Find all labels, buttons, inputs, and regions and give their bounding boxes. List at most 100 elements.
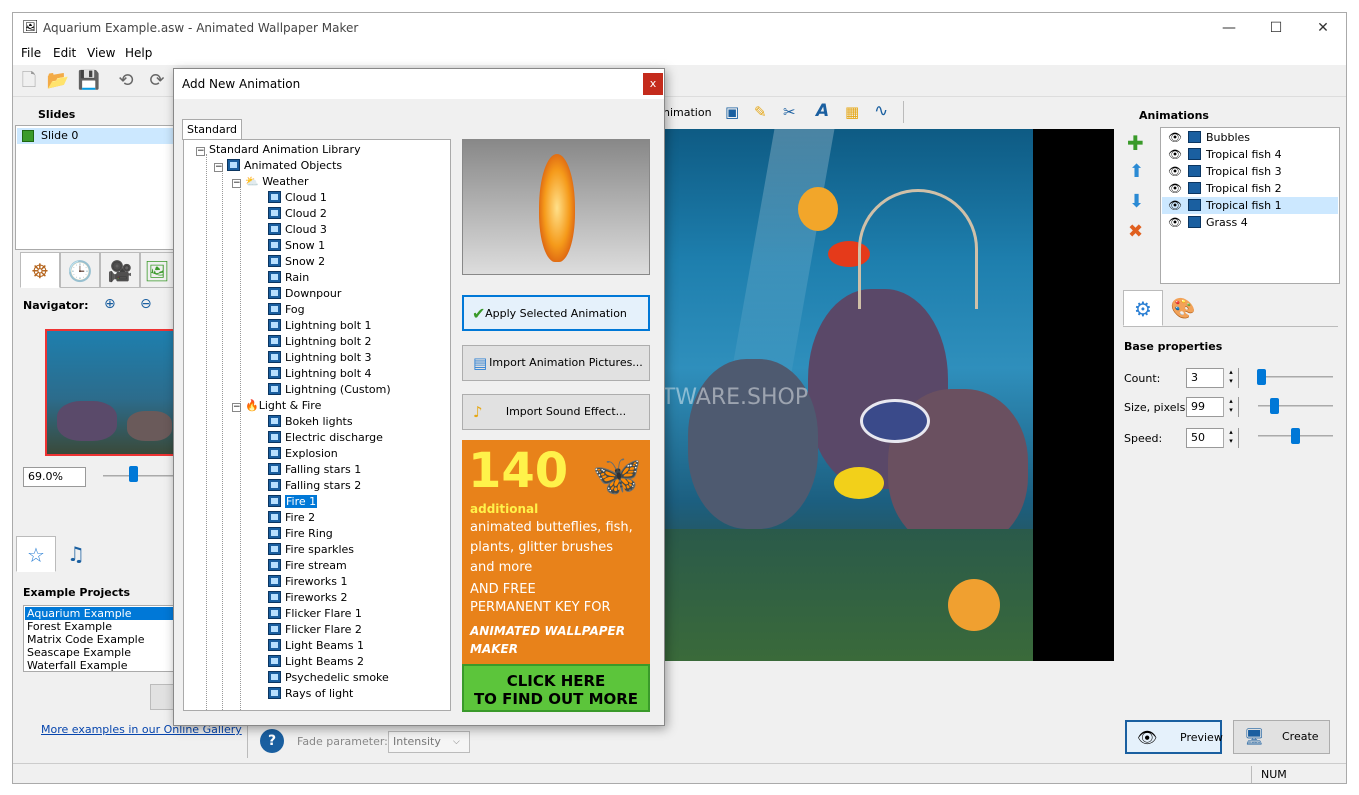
tree-leaf[interactable]: Lightning bolt 2 xyxy=(268,334,372,350)
new-file-icon[interactable]: 🗋 xyxy=(17,69,41,93)
tree-leaf[interactable]: Rays of light xyxy=(268,686,353,702)
tab-timing[interactable]: 🕒 xyxy=(60,252,100,288)
count-slider[interactable] xyxy=(1258,376,1333,378)
import-pictures-button[interactable]: ▤ Import Animation Pictures... xyxy=(462,345,650,381)
collapse-icon[interactable]: − xyxy=(214,163,223,172)
preview-button[interactable]: 👁 Preview xyxy=(1125,720,1223,754)
tree-leaf[interactable]: Rain xyxy=(268,270,309,286)
menu-view[interactable]: View xyxy=(87,46,115,60)
create-button[interactable]: 🖥 Create xyxy=(1233,720,1330,754)
animation-row[interactable]: 👁 Bubbles xyxy=(1162,129,1338,146)
count-slider-thumb[interactable] xyxy=(1257,369,1266,385)
tree-leaf[interactable]: Fog xyxy=(268,302,305,318)
zoom-slider[interactable] xyxy=(103,475,175,477)
slide-item[interactable]: Slide 0 xyxy=(17,128,175,144)
tab-appearance[interactable]: 🎨 xyxy=(1163,290,1203,326)
tree-leaf[interactable]: Fireworks 1 xyxy=(268,574,347,590)
wave-icon[interactable]: ∿ xyxy=(874,101,888,121)
collapse-icon[interactable]: − xyxy=(196,147,205,156)
tree-folder[interactable]: − 🔥Light & Fire xyxy=(232,398,321,414)
animation-row-selected[interactable]: 👁 Tropical fish 1 xyxy=(1162,197,1338,214)
fade-select[interactable]: Intensity ⌵ xyxy=(388,731,470,753)
tab-base-properties[interactable]: ⚙ xyxy=(1123,290,1163,326)
menu-file[interactable]: File xyxy=(21,46,41,60)
import-sound-button[interactable]: ♪ Import Sound Effect... xyxy=(462,394,650,430)
apply-animation-button[interactable]: ✔ Apply Selected Animation xyxy=(462,295,650,331)
tree-leaf[interactable]: Snow 2 xyxy=(268,254,325,270)
move-down-icon[interactable]: ⬇ xyxy=(1129,191,1144,212)
tree-leaf[interactable]: Light Beams 2 xyxy=(268,654,364,670)
tree-leaf[interactable]: Falling stars 2 xyxy=(268,478,361,494)
tree-leaf[interactable]: Falling stars 1 xyxy=(268,462,361,478)
close-button[interactable]: ✕ xyxy=(1300,13,1346,43)
eye-icon[interactable]: 👁 xyxy=(1168,214,1182,231)
tree-leaf[interactable]: Fire Ring xyxy=(268,526,333,542)
tree-leaf[interactable]: Cloud 1 xyxy=(268,190,327,206)
minimize-button[interactable]: — xyxy=(1206,13,1252,43)
tree-leaf[interactable]: Cloud 3 xyxy=(268,222,327,238)
tree-leaf[interactable]: Electric discharge xyxy=(268,430,383,446)
tree-leaf[interactable]: Bokeh lights xyxy=(268,414,353,430)
zoom-in-icon[interactable]: ⊕ xyxy=(104,296,116,312)
example-item[interactable]: Seascape Example xyxy=(25,646,131,659)
tree-leaf[interactable]: Explosion xyxy=(268,446,338,462)
tree-leaf[interactable]: Lightning (Custom) xyxy=(268,382,391,398)
tab-standard[interactable]: Standard xyxy=(182,119,242,140)
animation-row[interactable]: 👁 Tropical fish 2 xyxy=(1162,180,1338,197)
tab-camera[interactable]: 🎥 xyxy=(100,252,140,288)
example-item[interactable]: Matrix Code Example xyxy=(25,633,145,646)
delete-animation-icon[interactable]: ✖ xyxy=(1128,221,1143,242)
grid-icon[interactable]: ▦ xyxy=(845,103,859,121)
animation-row[interactable]: 👁 Tropical fish 3 xyxy=(1162,163,1338,180)
tree-leaf[interactable]: Psychedelic smoke xyxy=(268,670,389,686)
size-slider-thumb[interactable] xyxy=(1270,398,1279,414)
example-item[interactable]: Aquarium Example xyxy=(25,607,175,620)
tree-leaf[interactable]: Flicker Flare 2 xyxy=(268,622,362,638)
animation-row[interactable]: 👁 Grass 4 xyxy=(1162,214,1338,231)
brush-icon[interactable]: ✎ xyxy=(754,103,767,121)
eye-icon[interactable]: 👁 xyxy=(1168,146,1182,163)
tree-leaf[interactable]: Lightning bolt 1 xyxy=(268,318,372,334)
tree-leaf[interactable]: Fire 2 xyxy=(268,510,315,526)
size-spinner[interactable]: 99 xyxy=(1186,397,1239,417)
eye-icon[interactable]: 👁 xyxy=(1168,197,1182,214)
animations-list[interactable]: 👁 Bubbles 👁 Tropical fish 4 👁 Tropical fish… xyxy=(1160,127,1340,284)
promo-banner[interactable]: 140 🦋 additional animated butteflies, fi… xyxy=(462,440,650,712)
help-icon[interactable]: ? xyxy=(260,729,284,753)
animation-library-tree[interactable]: − Standard Animation Library − Animated Ob… xyxy=(183,139,451,711)
move-up-icon[interactable]: ⬆ xyxy=(1129,161,1144,182)
tree-folder[interactable]: − ⛅ Weather xyxy=(232,174,309,190)
save-icon[interactable]: 💾 xyxy=(77,69,101,93)
image-tool-icon[interactable]: ▣ xyxy=(725,103,739,121)
tree-root[interactable]: − Standard Animation Library xyxy=(196,142,361,158)
tree-leaf[interactable]: Downpour xyxy=(268,286,341,302)
tree-leaf[interactable]: Fire stream xyxy=(268,558,347,574)
menu-help[interactable]: Help xyxy=(125,46,152,60)
example-item[interactable]: Forest Example xyxy=(25,620,112,633)
maximize-button[interactable]: ☐ xyxy=(1253,13,1299,43)
zoom-slider-thumb[interactable] xyxy=(129,466,138,482)
eye-icon[interactable]: 👁 xyxy=(1168,163,1182,180)
tree-leaf[interactable]: Light Beams 1 xyxy=(268,638,364,654)
tree-leaf[interactable]: Cloud 2 xyxy=(268,206,327,222)
animation-row[interactable]: 👁 Tropical fish 4 xyxy=(1162,146,1338,163)
dialog-close-button[interactable]: x xyxy=(643,73,663,95)
speed-slider-thumb[interactable] xyxy=(1291,428,1300,444)
speed-spinner[interactable]: 50 xyxy=(1186,428,1239,448)
tree-leaf[interactable]: Snow 1 xyxy=(268,238,325,254)
tree-leaf[interactable]: Fireworks 2 xyxy=(268,590,347,606)
add-animation-icon[interactable]: ✚ xyxy=(1127,131,1144,155)
eye-icon[interactable]: 👁 xyxy=(1168,129,1182,146)
example-item[interactable]: Waterfall Example xyxy=(25,659,127,672)
tree-leaf[interactable]: Fire sparkles xyxy=(268,542,354,558)
open-folder-icon[interactable]: 📂 xyxy=(46,69,70,93)
tab-image-info[interactable]: 🖼 xyxy=(140,252,174,288)
count-spinner[interactable]: 3 xyxy=(1186,368,1239,388)
tree-leaf[interactable]: Lightning bolt 4 xyxy=(268,366,372,382)
tree-leaf[interactable]: Fire 1 xyxy=(268,494,318,510)
promo-cta-button[interactable]: CLICK HERE TO FIND OUT MORE xyxy=(462,664,650,712)
tree-leaf[interactable]: Flicker Flare 1 xyxy=(268,606,362,622)
slides-list[interactable]: Slide 0 xyxy=(15,125,175,250)
tools-icon[interactable]: ✂ xyxy=(783,103,796,121)
undo-icon[interactable]: ⟲ xyxy=(114,69,138,93)
